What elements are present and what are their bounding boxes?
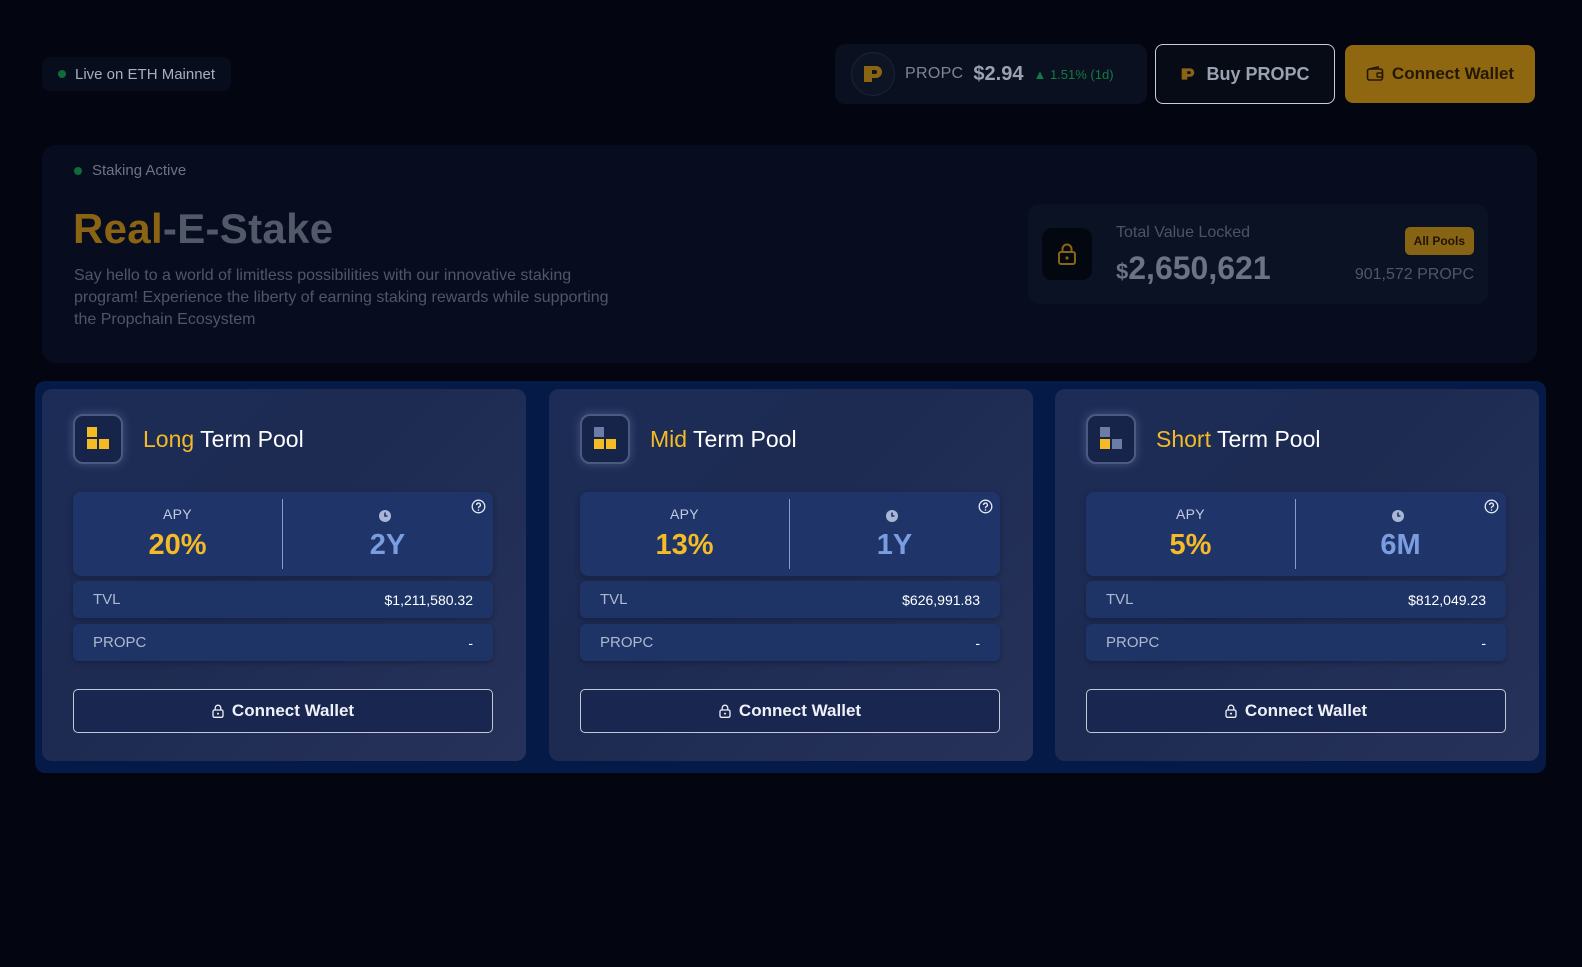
pool-title-rest: Term Pool — [687, 426, 797, 452]
tvl-amount: 2,650,621 — [1128, 250, 1271, 286]
pool-title-highlight: Long — [143, 426, 195, 452]
apy-label: APY — [670, 506, 699, 522]
token-price-change: ▲ 1.51% (1d) — [1033, 66, 1114, 82]
wallet-icon — [1366, 66, 1384, 81]
help-icon[interactable] — [1484, 499, 1499, 514]
hero-panel: Staking Active Real-E-Stake Say hello to… — [42, 145, 1537, 363]
pool-title-highlight: Short — [1156, 426, 1211, 452]
staking-status-label: Staking Active — [92, 162, 187, 179]
apy-value: 13% — [655, 529, 714, 561]
pools-container: Long Term Pool APY 20% 2Y TVL $1,211,580… — [35, 381, 1546, 773]
pool-title: Short Term Pool — [1156, 426, 1321, 453]
pool-propc-label: PROPC — [93, 634, 147, 651]
lock-duration: 1Y — [876, 529, 913, 561]
pool-card-long: Long Term Pool APY 20% 2Y TVL $1,211,580… — [42, 389, 526, 761]
pool-title-highlight: Mid — [650, 426, 688, 452]
pool-connect-wallet-button[interactable]: Connect Wallet — [1086, 689, 1506, 733]
hero-description: Say hello to a world of limitless possib… — [74, 267, 609, 328]
clock-icon — [1392, 510, 1404, 522]
pool-title-rest: Term Pool — [1210, 426, 1321, 452]
pool-tvl-row: TVL $812,049.23 — [1086, 581, 1506, 618]
clock-icon — [379, 510, 391, 522]
status-dot-icon — [58, 70, 66, 78]
token-price: $2.94 — [973, 62, 1024, 85]
pool-connect-wallet-button[interactable]: Connect Wallet — [580, 689, 1000, 733]
apy-value: 20% — [148, 529, 207, 561]
pool-propc-row: PROPC - — [73, 624, 493, 661]
apy-label: APY — [1176, 506, 1205, 522]
pool-tvl-label: TVL — [93, 591, 121, 608]
pool-tvl-row: TVL $1,211,580.32 — [73, 581, 493, 618]
pool-tvl-value: $1,211,580.32 — [384, 591, 474, 608]
token-price-widget: PROPC $2.94 ▲ 1.51% (1d) — [835, 44, 1147, 104]
status-dot-icon — [74, 166, 82, 175]
token-symbol: PROPC — [905, 65, 964, 82]
network-badge-label: Live on ETH Mainnet — [75, 65, 216, 83]
page-title: Real-E-Stake — [73, 205, 333, 253]
help-icon[interactable] — [978, 499, 993, 514]
pool-stats: APY 13% 1Y — [580, 492, 1000, 576]
staking-page: Live on ETH Mainnet PROPC $2.94 ▲ 1.51% … — [0, 0, 1582, 967]
lock-icon — [212, 704, 224, 718]
pool-tvl-row: TVL $626,991.83 — [580, 581, 1000, 618]
propc-logo-icon — [851, 52, 895, 96]
connect-wallet-button[interactable]: Connect Wallet — [1345, 45, 1535, 103]
lock-icon — [1042, 228, 1092, 280]
pool-tvl-label: TVL — [600, 591, 628, 608]
pool-stats: APY 20% 2Y — [73, 492, 493, 576]
buy-propc-label: Buy PROPC — [1206, 63, 1310, 84]
tvl-label: Total Value Locked — [1116, 224, 1251, 241]
staking-status: Staking Active — [74, 162, 186, 179]
pool-propc-row: PROPC - — [580, 624, 1000, 661]
lock-icon — [719, 704, 731, 718]
total-value-locked-card: Total Value Locked $2,650,621 All Pools … — [1028, 204, 1488, 304]
help-icon[interactable] — [471, 499, 486, 514]
pool-stats: APY 5% 6M — [1086, 492, 1506, 576]
lock-duration: 6M — [1380, 529, 1421, 561]
tvl-currency: $ — [1116, 259, 1129, 284]
pool-tvl-label: TVL — [1106, 591, 1134, 608]
pool-propc-value: - — [468, 634, 473, 651]
pool-propc-row: PROPC - — [1086, 624, 1506, 661]
connect-wallet-label: Connect Wallet — [1391, 64, 1515, 83]
pool-connect-wallet-label: Connect Wallet — [738, 701, 862, 720]
propc-logo-icon — [1182, 68, 1195, 80]
pool-propc-label: PROPC — [1106, 634, 1160, 651]
pool-propc-value: - — [1481, 634, 1486, 651]
pool-title: Long Term Pool — [143, 426, 304, 453]
page-title-rest: -E-Stake — [162, 205, 334, 252]
pool-propc-label: PROPC — [600, 634, 654, 651]
apy-label: APY — [163, 506, 192, 522]
pool-title: Mid Term Pool — [650, 426, 797, 453]
pool-tvl-value: $626,991.83 — [902, 591, 980, 608]
pool-connect-wallet-label: Connect Wallet — [1244, 701, 1368, 720]
page-title-accent: Real — [73, 205, 163, 252]
tvl-propc-amount: 901,572 PROPC — [1354, 266, 1474, 283]
pool-blocks-icon — [1086, 414, 1136, 464]
pool-card-short: Short Term Pool APY 5% 6M TVL $812,049.2… — [1055, 389, 1539, 761]
pool-tvl-value: $812,049.23 — [1408, 591, 1486, 608]
pool-title-rest: Term Pool — [194, 426, 304, 452]
pool-connect-wallet-button[interactable]: Connect Wallet — [73, 689, 493, 733]
pool-blocks-icon — [580, 414, 630, 464]
pool-connect-wallet-label: Connect Wallet — [231, 701, 355, 720]
all-pools-badge: All Pools — [1404, 227, 1474, 255]
pool-card-mid: Mid Term Pool APY 13% 1Y TVL $626,991.83 — [549, 389, 1033, 761]
buy-propc-button[interactable]: Buy PROPC — [1155, 44, 1335, 104]
apy-value: 5% — [1169, 529, 1212, 561]
lock-duration: 2Y — [369, 529, 406, 561]
pool-blocks-icon — [73, 414, 123, 464]
tvl-value: $2,650,621 — [1116, 250, 1271, 287]
network-badge: Live on ETH Mainnet — [42, 57, 232, 91]
clock-icon — [886, 510, 898, 522]
pool-propc-value: - — [975, 634, 980, 651]
lock-icon — [1225, 704, 1237, 718]
